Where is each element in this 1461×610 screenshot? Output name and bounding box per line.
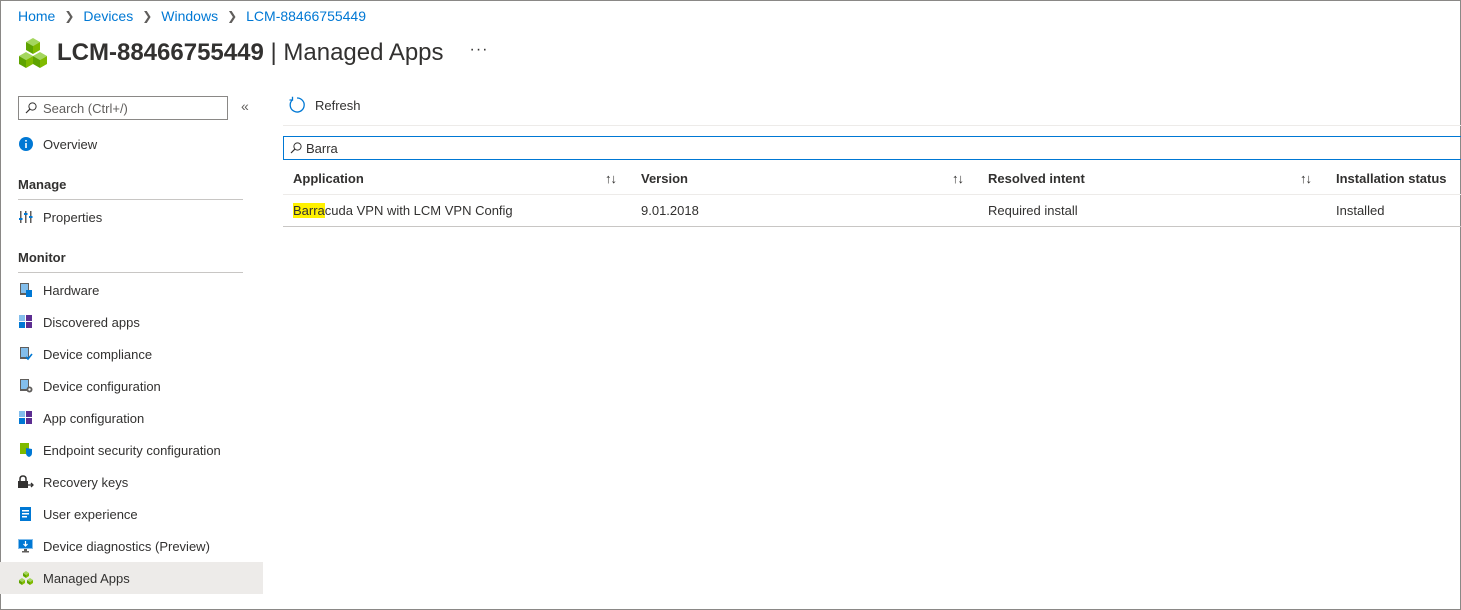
sidebar-item-properties[interactable]: Properties	[0, 201, 263, 233]
page-title: LCM-88466755449 | Managed Apps	[57, 39, 444, 67]
breadcrumb-home[interactable]: Home	[18, 8, 55, 24]
title-separator: |	[270, 39, 277, 66]
sidebar-item-endpoint-security[interactable]: Endpoint security configuration	[0, 434, 263, 466]
search-match-highlight: Barra	[293, 203, 325, 218]
breadcrumb-devices[interactable]: Devices	[83, 8, 133, 24]
breadcrumb-windows[interactable]: Windows	[161, 8, 218, 24]
sidebar-item-label: Managed Apps	[43, 570, 130, 586]
search-icon	[290, 142, 302, 154]
sidebar-item-label: Device configuration	[43, 378, 161, 394]
sidebar-item-label: Recovery keys	[43, 474, 129, 490]
collapse-sidebar-button[interactable]: «	[241, 98, 249, 114]
filter-value: Barra	[306, 140, 338, 156]
sidebar-item-device-compliance[interactable]: Device compliance	[0, 338, 263, 370]
sidebar-item-device-configuration[interactable]: Device configuration	[0, 370, 263, 402]
sidebar-item-label: User experience	[43, 506, 138, 522]
user-experience-icon	[18, 506, 34, 522]
sort-icon[interactable]: ↑↓	[1300, 171, 1312, 186]
breadcrumb-device[interactable]: LCM-88466755449	[246, 8, 366, 24]
sidebar-item-label: Device compliance	[43, 346, 153, 362]
divider	[18, 272, 243, 273]
sort-icon[interactable]: ↑↓	[952, 171, 964, 186]
apps-table: Application ↑↓ Version ↑↓ Resolved inten…	[283, 163, 1461, 227]
cell-installation-status: Installed	[1336, 203, 1385, 218]
page-header: LCM-88466755449 | Managed Apps ···	[18, 34, 489, 72]
breadcrumb: Home ❯ Devices ❯ Windows ❯ LCM-884667554…	[18, 8, 366, 24]
section-manage: Manage	[18, 177, 67, 192]
refresh-icon	[289, 96, 305, 113]
chevron-right-icon: ❯	[64, 9, 75, 23]
sidebar-item-label: Properties	[43, 209, 103, 225]
sidebar-item-user-experience[interactable]: User experience	[0, 498, 263, 530]
app-configuration-icon	[18, 410, 34, 426]
recovery-keys-icon	[18, 474, 34, 490]
sidebar-item-recovery-keys[interactable]: Recovery keys	[0, 466, 263, 498]
sidebar-item-discovered-apps[interactable]: Discovered apps	[0, 306, 263, 338]
search-placeholder: Search (Ctrl+/)	[43, 100, 128, 116]
search-icon	[25, 102, 37, 114]
sidebar-item-managed-apps[interactable]: Managed Apps	[0, 562, 263, 594]
sidebar-item-device-diagnostics[interactable]: Device diagnostics (Preview)	[0, 530, 263, 562]
discovered-apps-icon	[18, 314, 34, 330]
cell-resolved-intent: Required install	[988, 203, 1078, 218]
sidebar-item-app-configuration[interactable]: App configuration	[0, 402, 263, 434]
column-header-application[interactable]: Application	[293, 171, 364, 186]
column-header-resolved-intent[interactable]: Resolved intent	[988, 171, 1085, 186]
properties-icon	[18, 209, 34, 225]
sidebar-item-label: Discovered apps	[43, 314, 140, 330]
chevron-right-icon: ❯	[227, 9, 238, 23]
cell-application: Barracuda VPN with LCM VPN Config	[293, 203, 513, 218]
device-diagnostics-icon	[18, 538, 34, 554]
sidebar-item-label: Device diagnostics (Preview)	[43, 538, 210, 554]
cell-application-rest: cuda VPN with LCM VPN Config	[324, 203, 513, 218]
chevron-right-icon: ❯	[142, 9, 153, 23]
info-icon	[18, 136, 34, 152]
hardware-icon	[18, 282, 34, 298]
more-options-button[interactable]: ···	[470, 41, 489, 59]
divider	[18, 199, 243, 200]
sidebar-search-input[interactable]: Search (Ctrl+/)	[18, 96, 228, 120]
sidebar-item-label: Overview	[43, 136, 98, 152]
sort-icon[interactable]: ↑↓	[605, 171, 617, 186]
managed-apps-cubes-icon	[19, 38, 47, 68]
sidebar-item-label: Hardware	[43, 282, 100, 298]
table-row[interactable]: Barracuda VPN with LCM VPN Config 9.01.2…	[283, 195, 1461, 227]
cell-version: 9.01.2018	[641, 203, 699, 218]
filter-input[interactable]: Barra	[283, 136, 1461, 160]
managed-apps-icon	[18, 570, 34, 586]
device-compliance-icon	[18, 346, 34, 362]
device-name: LCM-88466755449	[57, 39, 264, 66]
endpoint-security-icon	[18, 442, 34, 458]
sidebar-item-label: Endpoint security configuration	[43, 442, 221, 458]
divider	[283, 125, 1461, 126]
refresh-button[interactable]: Refresh	[288, 96, 361, 114]
sidebar-item-overview[interactable]: Overview	[0, 128, 263, 160]
refresh-label: Refresh	[315, 97, 361, 113]
column-header-installation-status[interactable]: Installation status	[1336, 171, 1447, 186]
blade-name: Managed Apps	[283, 39, 444, 66]
sidebar-item-label: App configuration	[43, 410, 145, 426]
column-header-version[interactable]: Version	[641, 171, 688, 186]
section-monitor: Monitor	[18, 250, 66, 265]
sidebar-item-hardware[interactable]: Hardware	[0, 274, 263, 306]
table-header: Application ↑↓ Version ↑↓ Resolved inten…	[283, 163, 1461, 195]
device-configuration-icon	[18, 378, 34, 394]
sidebar: Search (Ctrl+/) « Overview Manage Proper…	[0, 92, 263, 602]
